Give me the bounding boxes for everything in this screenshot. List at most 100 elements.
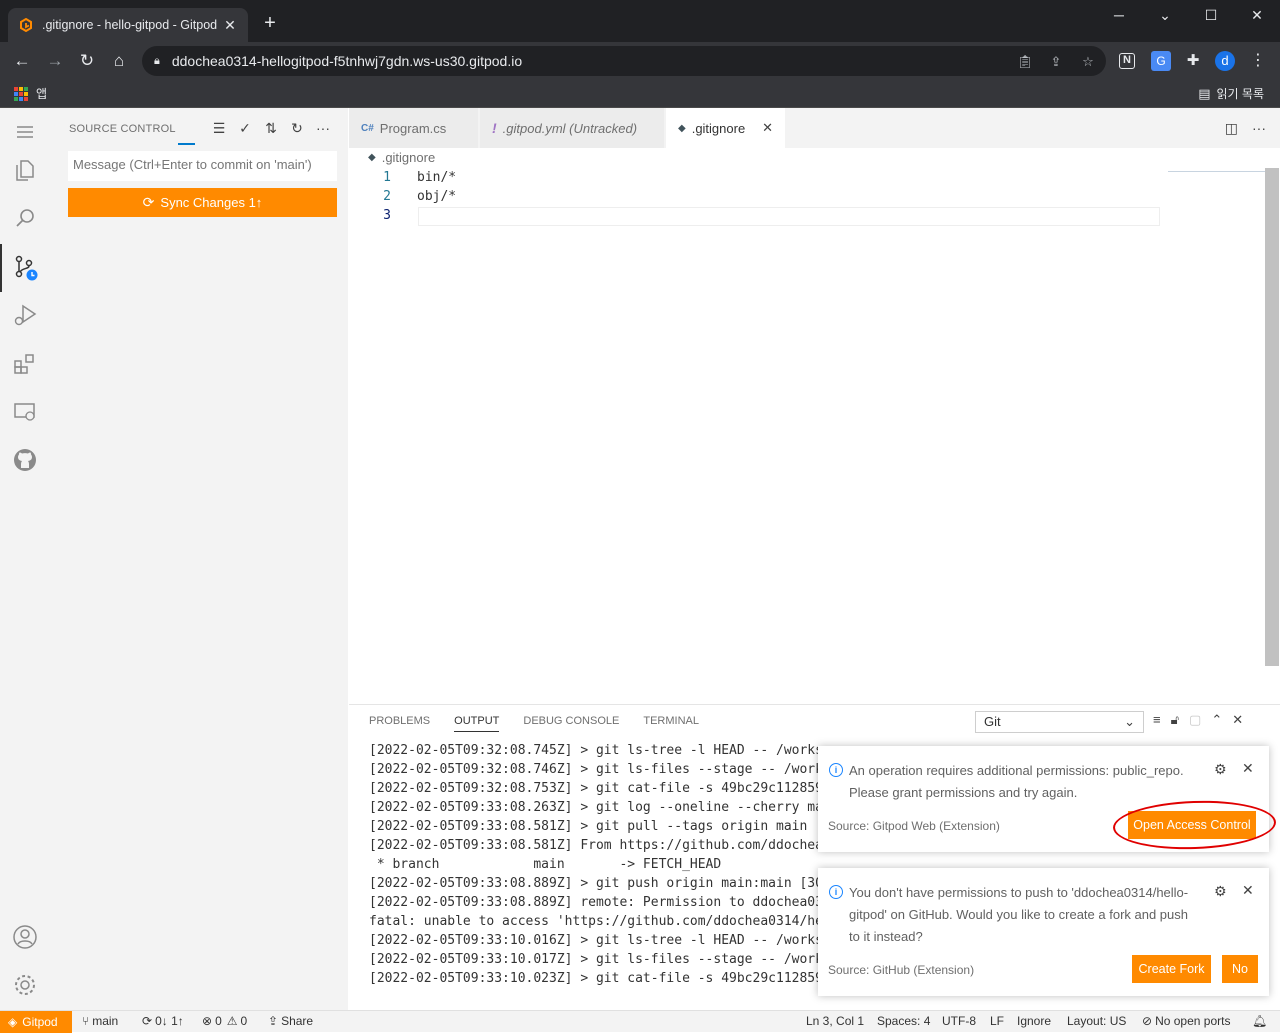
sync-changes-button[interactable]: ⟳ Sync Changes 1↑ xyxy=(68,188,337,217)
notification-close-icon[interactable]: ✕ xyxy=(1242,882,1254,899)
code-editor[interactable]: 1 bin/* 2 obj/* 3 xyxy=(349,168,1160,225)
lock-icon: 🔒︎ xyxy=(154,54,160,67)
apps-label: 앱 xyxy=(36,87,48,101)
profile-avatar[interactable]: d xyxy=(1215,51,1235,71)
close-tab-icon[interactable]: ✕ xyxy=(222,17,238,34)
notification-message: An operation requires additional permiss… xyxy=(849,763,1184,800)
editor-scrollbar[interactable] xyxy=(1265,168,1279,666)
ports-status[interactable]: ⊘ No open ports xyxy=(1142,1014,1230,1028)
notion-extension-icon[interactable]: N xyxy=(1119,53,1135,69)
line-number: 1 xyxy=(383,170,391,185)
forward-button[interactable]: → xyxy=(43,49,67,73)
notification-close-icon[interactable]: ✕ xyxy=(1242,760,1254,777)
minimize-button[interactable]: ─ xyxy=(1096,0,1142,32)
address-bar[interactable]: 🔒︎ ddochea0314-hellogitpod-f5tnhwj7gdn.w… xyxy=(142,46,1106,76)
encoding[interactable]: UTF-8 xyxy=(942,1014,976,1028)
remote-explorer-icon[interactable] xyxy=(0,388,50,436)
tab-terminal[interactable]: TERMINAL xyxy=(643,715,699,732)
share-icon[interactable]: ⇪ xyxy=(1047,53,1065,71)
translate-extension-icon[interactable]: G xyxy=(1151,51,1171,71)
apps-shortcut[interactable]: 앱 xyxy=(14,85,47,102)
accounts-icon[interactable] xyxy=(0,913,50,961)
gitpod-label: Gitpod xyxy=(22,1015,58,1029)
commit-message-input[interactable]: Message (Ctrl+Enter to commit on 'main') xyxy=(68,151,337,181)
split-editor-icon[interactable]: ◫ xyxy=(1225,120,1238,137)
clear-output-icon[interactable]: ≡ xyxy=(1153,712,1161,728)
more-actions-icon[interactable]: ··· xyxy=(314,120,332,137)
end-of-line[interactable]: LF xyxy=(990,1014,1004,1028)
minimap[interactable] xyxy=(1168,171,1265,172)
notification-settings-icon[interactable]: ⚙ xyxy=(1214,883,1227,900)
code-line: 1 bin/* xyxy=(349,168,1160,187)
indentation[interactable]: Spaces: 4 xyxy=(877,1014,930,1028)
lock-scroll-icon[interactable]: 🔓︎ xyxy=(1171,712,1179,728)
back-button[interactable]: ← xyxy=(10,49,34,73)
new-tab-button[interactable]: + xyxy=(258,12,282,36)
problems-status[interactable]: ⊗ 0 ⚠ 0 xyxy=(202,1014,247,1028)
sync-icon: ⟳ xyxy=(142,1014,153,1028)
git-branch-icon: ⑂ xyxy=(82,1014,90,1028)
tab-problems[interactable]: PROBLEMS xyxy=(369,715,430,732)
notification-source: Source: Gitpod Web (Extension) xyxy=(828,819,1000,833)
browser-menu-icon[interactable]: ⋮ xyxy=(1248,51,1268,71)
tab-gitpod-yml[interactable]: ! .gitpod.yml (Untracked) xyxy=(480,108,665,148)
reading-list[interactable]: ▤ 읽기 목록 xyxy=(1198,85,1264,102)
maximize-panel-icon[interactable]: ⌃ xyxy=(1211,712,1222,728)
branch-name: main xyxy=(92,1014,119,1028)
tab-gitignore[interactable]: ◆ .gitignore ✕ xyxy=(666,108,786,148)
extensions-icon[interactable] xyxy=(0,340,50,388)
notification-source: Source: GitHub (Extension) xyxy=(828,963,975,977)
browser-tabstrip: .gitignore - hello-gitpod - Gitpod ✕ + ─… xyxy=(0,0,1280,42)
gitpod-logo-icon: ◈ xyxy=(8,1015,18,1029)
breadcrumb-file[interactable]: .gitignore xyxy=(382,150,435,165)
view-as-tree-icon[interactable]: ☰ xyxy=(210,120,228,137)
share-status[interactable]: ⇪ Share xyxy=(268,1014,313,1028)
extensions-puzzle-icon[interactable]: ✚ xyxy=(1183,51,1203,71)
restore-button[interactable]: ⌄ xyxy=(1142,0,1188,32)
close-panel-icon[interactable]: ✕ xyxy=(1232,712,1243,728)
close-window-button[interactable]: ✕ xyxy=(1234,0,1280,32)
create-pr-icon[interactable]: ⇅ xyxy=(262,120,280,137)
tab-debug-console[interactable]: DEBUG CONSOLE xyxy=(523,715,619,732)
clipboard-icon[interactable]: 📋︎ xyxy=(1016,53,1034,71)
notifications-bell-icon[interactable]: 🔔︎ xyxy=(1252,1014,1267,1028)
tab-label: .gitignore xyxy=(691,120,746,136)
no-button[interactable]: No xyxy=(1222,955,1258,983)
tab-program-cs[interactable]: C# Program.cs xyxy=(349,108,479,148)
editor-actions: ◫ ··· xyxy=(1225,120,1266,137)
gitpod-status-button[interactable]: ◈ Gitpod xyxy=(0,1011,72,1033)
commit-check-icon[interactable]: ✓ xyxy=(236,120,254,137)
refresh-icon[interactable]: ↻ xyxy=(288,120,306,137)
breadcrumb: ◆ .gitignore xyxy=(368,150,435,165)
line-content: bin/* xyxy=(417,170,457,185)
settings-gear-icon[interactable] xyxy=(0,961,50,1009)
status-bar: ◈ Gitpod ⑂ main ⟳ 0↓ 1↑ ⊗ 0 ⚠ 0 ⇪ Share Ln 3,… xyxy=(0,1010,1280,1033)
notification-message: You don't have permissions to push to 'd… xyxy=(849,885,1189,944)
maximize-button[interactable]: ☐ xyxy=(1188,0,1234,32)
browser-tab[interactable]: .gitignore - hello-gitpod - Gitpod ✕ xyxy=(8,8,248,42)
sync-status[interactable]: ⟳ 0↓ 1↑ xyxy=(142,1014,184,1028)
github-icon[interactable] xyxy=(0,436,50,484)
close-tab-icon[interactable]: ✕ xyxy=(762,120,773,136)
create-fork-button[interactable]: Create Fork xyxy=(1132,955,1211,983)
tab-output[interactable]: OUTPUT xyxy=(454,715,500,732)
editor-more-icon[interactable]: ··· xyxy=(1252,120,1266,137)
line-content: obj/* xyxy=(417,189,457,204)
notification-settings-icon[interactable]: ⚙ xyxy=(1214,761,1227,778)
open-log-icon[interactable]: ▢ xyxy=(1189,712,1201,728)
reload-button[interactable]: ↻ xyxy=(75,49,99,73)
output-channel-select[interactable]: Git ⌄ xyxy=(975,711,1144,733)
bookmark-star-icon[interactable]: ☆ xyxy=(1079,53,1097,71)
home-button[interactable]: ⌂ xyxy=(107,49,131,73)
search-icon[interactable] xyxy=(0,194,50,242)
language-mode[interactable]: Ignore xyxy=(1017,1014,1051,1028)
run-debug-icon[interactable] xyxy=(0,291,50,339)
keyboard-layout[interactable]: Layout: US xyxy=(1067,1014,1126,1028)
panel-divider xyxy=(349,704,1280,705)
cursor-position[interactable]: Ln 3, Col 1 xyxy=(806,1014,864,1028)
panel-tabs: PROBLEMS OUTPUT DEBUG CONSOLE TERMINAL xyxy=(369,715,723,732)
explorer-icon[interactable] xyxy=(0,146,50,194)
branch-indicator[interactable]: ⑂ main xyxy=(82,1014,118,1028)
sidebar-title: SOURCE CONTROL xyxy=(69,123,176,135)
source-control-icon[interactable] xyxy=(0,244,50,292)
